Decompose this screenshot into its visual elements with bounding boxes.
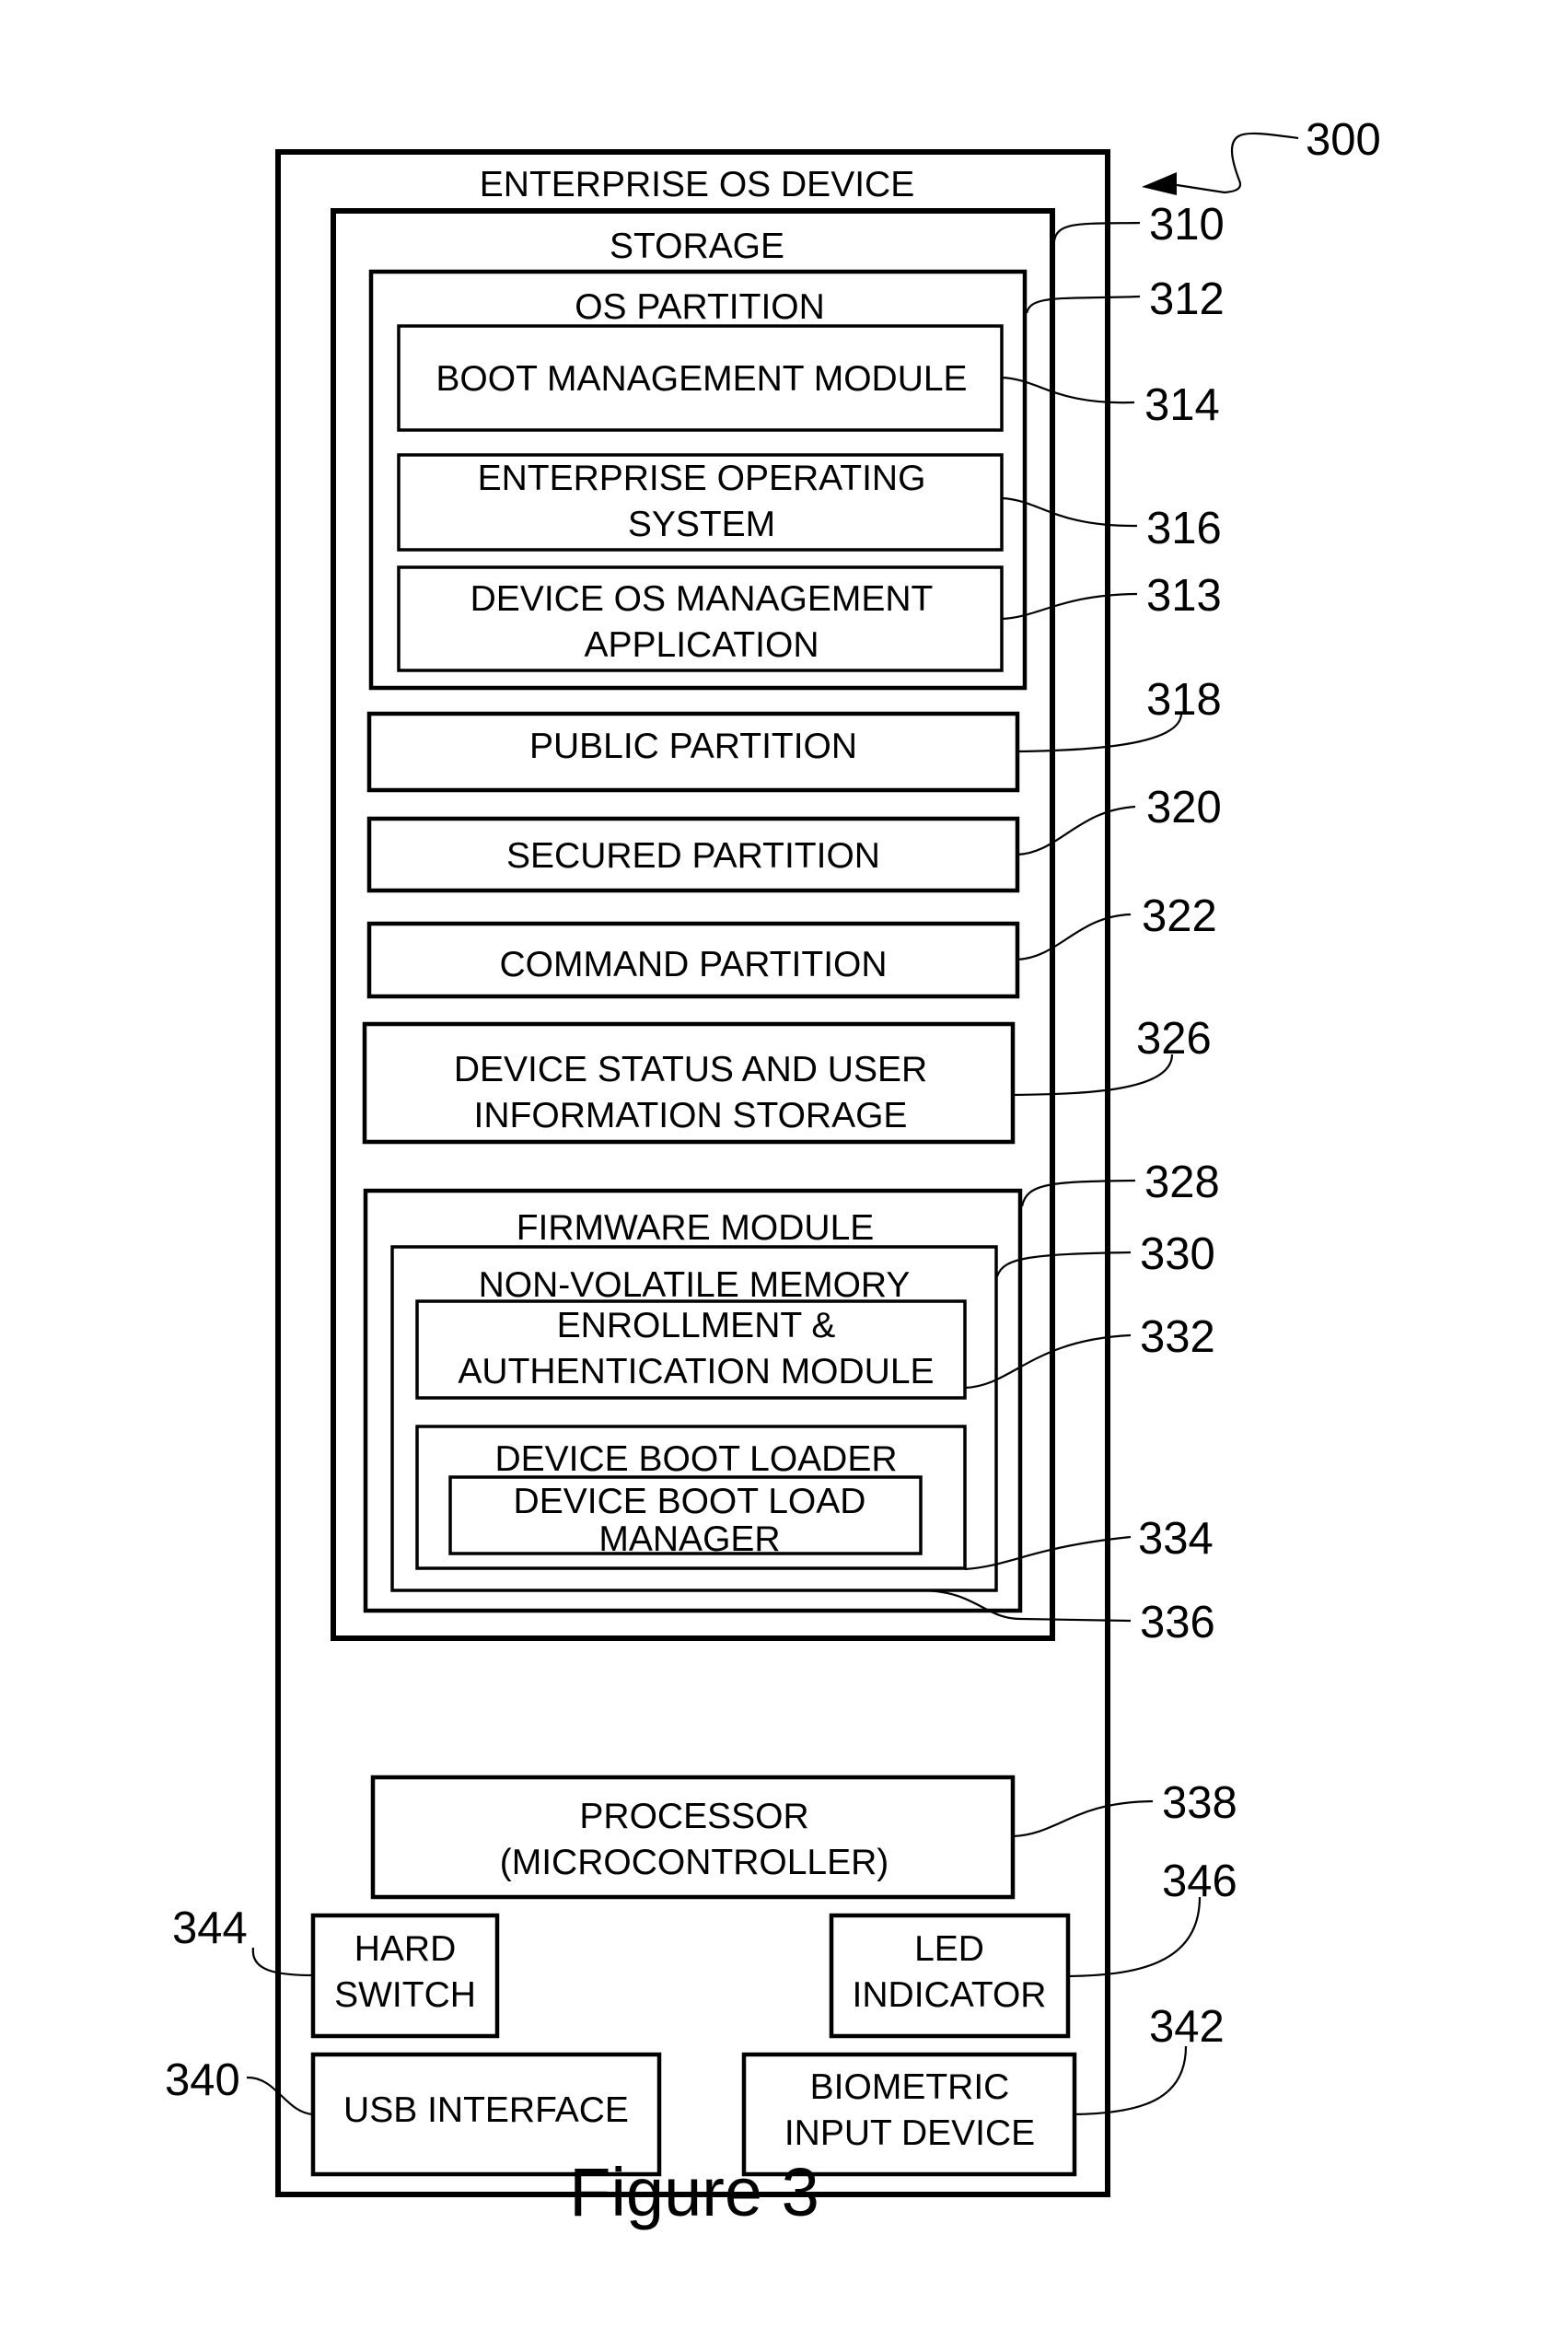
ref-318: 318 [1146, 675, 1222, 725]
leader-346 [1067, 1896, 1202, 1978]
public-partition: PUBLIC PARTITION [366, 711, 1020, 793]
command-partition-label: COMMAND PARTITION [499, 945, 887, 984]
leader-314 [1001, 376, 1135, 404]
ref-338: 338 [1162, 1778, 1237, 1828]
led-indicator: LED INDICATOR [829, 1913, 1071, 2039]
ref-342: 342 [1149, 2002, 1225, 2052]
enrollment-authentication-module: ENROLLMENT & AUTHENTICATION MODULE [415, 1299, 967, 1400]
leader-322 [1016, 913, 1132, 961]
device-os-management-application-label-line1: DEVICE OS MANAGEMENT [470, 579, 934, 619]
boot-management-module-label: BOOT MANAGEMENT MODULE [436, 359, 967, 399]
non-volatile-memory-title: NON-VOLATILE MEMORY [479, 1265, 911, 1305]
enterprise-operating-system-label-line2: SYSTEM [628, 505, 775, 544]
arrow-head-icon [1142, 172, 1177, 195]
device-boot-load-manager-label-line2: MANAGER [598, 1519, 780, 1559]
led-indicator-label-line2: INDICATOR [853, 1975, 1047, 2015]
biometric-input-device-label-line2: INPUT DEVICE [784, 2113, 1035, 2153]
led-indicator-label-line1: LED [914, 1929, 984, 1969]
ref-312: 312 [1149, 274, 1225, 324]
ref-314: 314 [1144, 380, 1220, 430]
boot-management-module: BOOT MANAGEMENT MODULE [397, 324, 1004, 432]
os-partition-title: OS PARTITION [575, 287, 825, 327]
processor-label-line2: (MICROCONTROLLER) [500, 1843, 889, 1882]
ref-334: 334 [1138, 1514, 1214, 1564]
ref-336: 336 [1140, 1598, 1215, 1647]
patent-figure: ENTERPRISE OS DEVICE STORAGE OS PARTITIO… [165, 115, 1381, 2230]
device-boot-load-manager-label-line1: DEVICE BOOT LOAD [514, 1482, 866, 1521]
ref-313: 313 [1146, 571, 1222, 621]
leader-320 [1016, 805, 1136, 856]
enterprise-operating-system-label-line1: ENTERPRISE OPERATING [478, 459, 926, 498]
enrollment-authentication-module-label-line1: ENROLLMENT & [557, 1306, 836, 1345]
hard-switch: HARD SWITCH [310, 1913, 500, 2039]
leader-338 [1012, 1799, 1154, 1838]
leader-330 [995, 1251, 1132, 1277]
firmware-module-title: FIRMWARE MODULE [517, 1208, 875, 1248]
ref-346: 346 [1162, 1857, 1237, 1906]
ref-310: 310 [1149, 200, 1225, 250]
ref-340: 340 [165, 2055, 240, 2105]
ref-328: 328 [1144, 1158, 1220, 1207]
ref-332: 332 [1140, 1312, 1215, 1362]
leader-336 [920, 1589, 1132, 1623]
ref-316: 316 [1146, 504, 1222, 553]
processor: PROCESSOR (MICROCONTROLLER) [370, 1775, 1016, 1900]
device-status-storage-label-line1: DEVICE STATUS AND USER [454, 1050, 927, 1089]
device-status-storage-label-line2: INFORMATION STORAGE [474, 1096, 908, 1135]
biometric-input-device-label-line1: BIOMETRIC [810, 2067, 1010, 2107]
left-reference-leaders: 344 340 [165, 1903, 314, 2116]
figure-caption: Figure 3 [569, 2154, 819, 2230]
device-os-management-application: DEVICE OS MANAGEMENT APPLICATION [397, 565, 1004, 672]
leader-316 [1001, 496, 1138, 528]
leader-342 [1074, 2045, 1188, 2116]
usb-interface-label: USB INTERFACE [343, 2090, 629, 2130]
leader-344 [251, 1947, 314, 1977]
leader-328 [1020, 1179, 1136, 1207]
enterprise-os-device-title: ENTERPRISE OS DEVICE [480, 165, 914, 204]
public-partition-label: PUBLIC PARTITION [529, 727, 857, 766]
leader-312 [1025, 295, 1141, 314]
device-boot-load-manager: DEVICE BOOT LOAD MANAGER [448, 1475, 923, 1559]
secured-partition-label: SECURED PARTITION [506, 836, 880, 876]
ref-330: 330 [1140, 1229, 1215, 1279]
storage-title: STORAGE [610, 227, 784, 266]
ref-320: 320 [1146, 783, 1222, 832]
hard-switch-label-line2: SWITCH [334, 1975, 476, 2015]
processor-label-line1: PROCESSOR [579, 1797, 808, 1836]
reference-300: 300 [1142, 115, 1381, 195]
ref-322: 322 [1142, 891, 1217, 941]
reference-300-label: 300 [1306, 115, 1381, 165]
leader-310 [1052, 221, 1141, 242]
secured-partition: SECURED PARTITION [366, 816, 1020, 893]
reference-leaders: 310 312 314 316 313 318 320 322 326 328 … [920, 200, 1237, 2116]
device-os-management-application-label-line2: APPLICATION [584, 625, 819, 665]
device-status-user-information-storage: DEVICE STATUS AND USER INFORMATION STORA… [362, 1021, 1016, 1145]
hard-switch-label-line1: HARD [354, 1929, 457, 1969]
device-boot-loader-title: DEVICE BOOT LOADER [494, 1439, 897, 1479]
ref-326: 326 [1136, 1014, 1212, 1064]
ref-344: 344 [172, 1903, 248, 1953]
leader-313 [1001, 592, 1138, 621]
command-partition: COMMAND PARTITION [366, 921, 1020, 999]
reference-300-leader [1170, 132, 1299, 194]
enrollment-authentication-module-label-line2: AUTHENTICATION MODULE [458, 1352, 934, 1391]
enterprise-operating-system: ENTERPRISE OPERATING SYSTEM [397, 453, 1004, 552]
